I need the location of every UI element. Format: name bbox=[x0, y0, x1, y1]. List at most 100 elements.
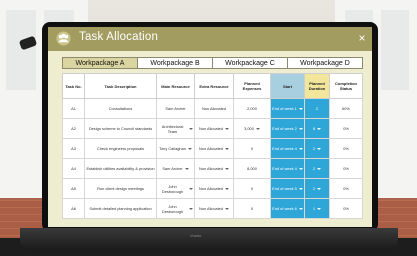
chevron-down-icon[interactable] bbox=[187, 147, 192, 150]
chevron-down-icon[interactable] bbox=[184, 167, 189, 170]
chevron-down-icon[interactable] bbox=[317, 147, 322, 150]
chevron-down-icon[interactable] bbox=[189, 127, 193, 130]
main-resource-value: John Desborough bbox=[161, 203, 184, 214]
planned-duration-dropdown[interactable]: 2 bbox=[306, 166, 328, 171]
extra-resource-dropdown[interactable]: Non Allocated bbox=[196, 186, 232, 191]
main-resource-dropdown[interactable]: Architectural Team bbox=[158, 124, 193, 134]
main-resource[interactable]: Sam Archer bbox=[156, 158, 195, 179]
main-resource-dropdown[interactable]: John Desborough bbox=[158, 204, 193, 214]
planned-expenses[interactable]: 0 bbox=[233, 198, 271, 219]
start-cell-dropdown[interactable]: End of week 4 bbox=[272, 146, 303, 151]
workpackage-tabs: Workpackage A Workpackage B Workpackage … bbox=[62, 57, 363, 69]
start-cell-dropdown[interactable]: End of week 2 bbox=[272, 126, 303, 131]
chevron-down-icon[interactable] bbox=[298, 107, 303, 110]
task-table: Task No. Task Description Main Resource … bbox=[62, 73, 363, 219]
planned-duration-value: 2 bbox=[312, 146, 316, 151]
extra-resource-dropdown[interactable]: Non Allocated bbox=[196, 146, 232, 151]
app-title: Task Allocation bbox=[79, 31, 159, 43]
laptop-lid: Task Allocation × Workpackage A Workpack… bbox=[42, 22, 378, 232]
planned-expenses[interactable]: 2,000 bbox=[233, 98, 271, 119]
chevron-down-icon[interactable] bbox=[225, 167, 229, 170]
chevron-down-icon[interactable] bbox=[298, 167, 303, 170]
main-resource[interactable]: Architectural Team bbox=[156, 118, 195, 139]
planned-duration-dropdown[interactable]: 2 bbox=[306, 186, 328, 191]
chevron-down-icon[interactable] bbox=[225, 147, 229, 150]
extra-resource-dropdown[interactable]: Non Allocated bbox=[196, 126, 232, 131]
start-cell[interactable]: End of week 2 bbox=[270, 118, 305, 139]
start-cell[interactable]: End of week 4 bbox=[270, 138, 305, 159]
extra-resource-dropdown[interactable]: Non Allocated bbox=[196, 166, 232, 171]
planned-duration[interactable]: 2 bbox=[304, 158, 330, 179]
chevron-down-icon[interactable] bbox=[298, 147, 303, 150]
chevron-down-icon[interactable] bbox=[225, 187, 229, 190]
planned-duration-dropdown[interactable]: 2 bbox=[306, 146, 328, 151]
chevron-down-icon[interactable] bbox=[298, 127, 303, 130]
chevron-down-icon[interactable] bbox=[225, 127, 229, 130]
tab-workpackage-b[interactable]: Workpackage B bbox=[137, 57, 213, 69]
planned-duration-value: 1 bbox=[312, 206, 316, 211]
tab-workpackage-a[interactable]: Workpackage A bbox=[62, 57, 138, 69]
completion-status: 0% bbox=[329, 158, 363, 179]
chevron-down-icon[interactable] bbox=[298, 187, 303, 190]
chevron-down-icon[interactable] bbox=[255, 127, 260, 130]
task-description: Submit detailed planning application bbox=[84, 198, 157, 219]
main-resource-dropdown[interactable]: Tony Callaghan bbox=[158, 146, 193, 151]
start-cell[interactable]: End of week 1 bbox=[270, 98, 305, 119]
planned-duration[interactable]: 8 bbox=[304, 118, 330, 139]
planned-duration[interactable]: 1 bbox=[304, 198, 330, 219]
chevron-down-icon[interactable] bbox=[317, 167, 322, 170]
main-resource-dropdown[interactable]: John Desborough bbox=[158, 184, 193, 194]
extra-resource[interactable]: Non Allocated bbox=[194, 118, 234, 139]
task-table-body: A1 Consultations Sam Archer Non Allocated 2,… bbox=[62, 98, 363, 219]
chevron-down-icon[interactable] bbox=[317, 207, 322, 210]
chevron-down-icon[interactable] bbox=[225, 207, 229, 210]
close-icon[interactable]: × bbox=[355, 31, 369, 45]
start-cell-dropdown[interactable]: End of week 1 bbox=[272, 106, 303, 111]
start-cell-dropdown[interactable]: End of week 5 bbox=[272, 186, 303, 191]
completion-status: 60% bbox=[329, 98, 363, 119]
planned-duration[interactable]: 2 bbox=[304, 178, 330, 199]
planned-duration-value: 2 bbox=[312, 166, 316, 171]
main-resource[interactable]: John Desborough bbox=[156, 178, 195, 199]
planned-expenses[interactable]: 8,000 bbox=[233, 158, 271, 179]
task-number: A2 bbox=[62, 118, 85, 139]
chevron-down-icon[interactable] bbox=[189, 187, 193, 190]
extra-resource-value: Non Allocated bbox=[198, 146, 223, 151]
chevron-down-icon[interactable] bbox=[189, 207, 193, 210]
column-header-start: Start bbox=[270, 73, 305, 99]
extra-resource[interactable]: Non Allocated bbox=[194, 198, 234, 219]
start-cell[interactable]: End of week 5 bbox=[270, 178, 305, 199]
start-cell-dropdown[interactable]: End of week 4 bbox=[272, 166, 303, 171]
task-description: Check engineers proposals bbox=[84, 138, 157, 159]
extra-resource[interactable]: Non Allocated bbox=[194, 98, 234, 119]
planned-duration[interactable]: 2 bbox=[304, 98, 330, 119]
planned-expenses-dropdown[interactable]: 3,000 bbox=[235, 126, 269, 131]
planned-duration-dropdown[interactable]: 8 bbox=[306, 126, 328, 131]
main-resource-dropdown[interactable]: Sam Archer bbox=[158, 166, 193, 171]
chevron-down-icon[interactable] bbox=[317, 187, 322, 190]
main-resource[interactable]: John Desborough bbox=[156, 198, 195, 219]
main-resource[interactable]: Tony Callaghan bbox=[156, 138, 195, 159]
planned-expenses[interactable]: 0 bbox=[233, 178, 271, 199]
completion-status: 0% bbox=[329, 118, 363, 139]
extra-resource[interactable]: Non Allocated bbox=[194, 138, 234, 159]
start-cell[interactable]: End of week 4 bbox=[270, 158, 305, 179]
start-cell[interactable]: End of week 6 bbox=[270, 198, 305, 219]
start-cell-value: End of week 4 bbox=[272, 166, 297, 171]
extra-resource[interactable]: Non Allocated bbox=[194, 158, 234, 179]
table-row: A2 Design scheme to Council standards Arch… bbox=[62, 118, 363, 139]
task-number: A3 bbox=[62, 138, 85, 159]
tab-workpackage-c[interactable]: Workpackage C bbox=[212, 57, 288, 69]
chevron-down-icon[interactable] bbox=[317, 127, 322, 130]
extra-resource-dropdown[interactable]: Non Allocated bbox=[196, 206, 232, 211]
chevron-down-icon[interactable] bbox=[298, 207, 303, 210]
planned-duration-dropdown[interactable]: 1 bbox=[306, 206, 328, 211]
planned-expenses[interactable]: 3,000 bbox=[233, 118, 271, 139]
planned-duration[interactable]: 2 bbox=[304, 138, 330, 159]
start-cell-dropdown[interactable]: End of week 6 bbox=[272, 206, 303, 211]
tab-workpackage-d[interactable]: Workpackage D bbox=[287, 57, 363, 69]
main-resource-value: Sam Archer bbox=[162, 166, 183, 171]
extra-resource[interactable]: Non Allocated bbox=[194, 178, 234, 199]
planned-expenses[interactable]: 0 bbox=[233, 138, 271, 159]
main-resource[interactable]: Sam Archer bbox=[156, 98, 195, 119]
